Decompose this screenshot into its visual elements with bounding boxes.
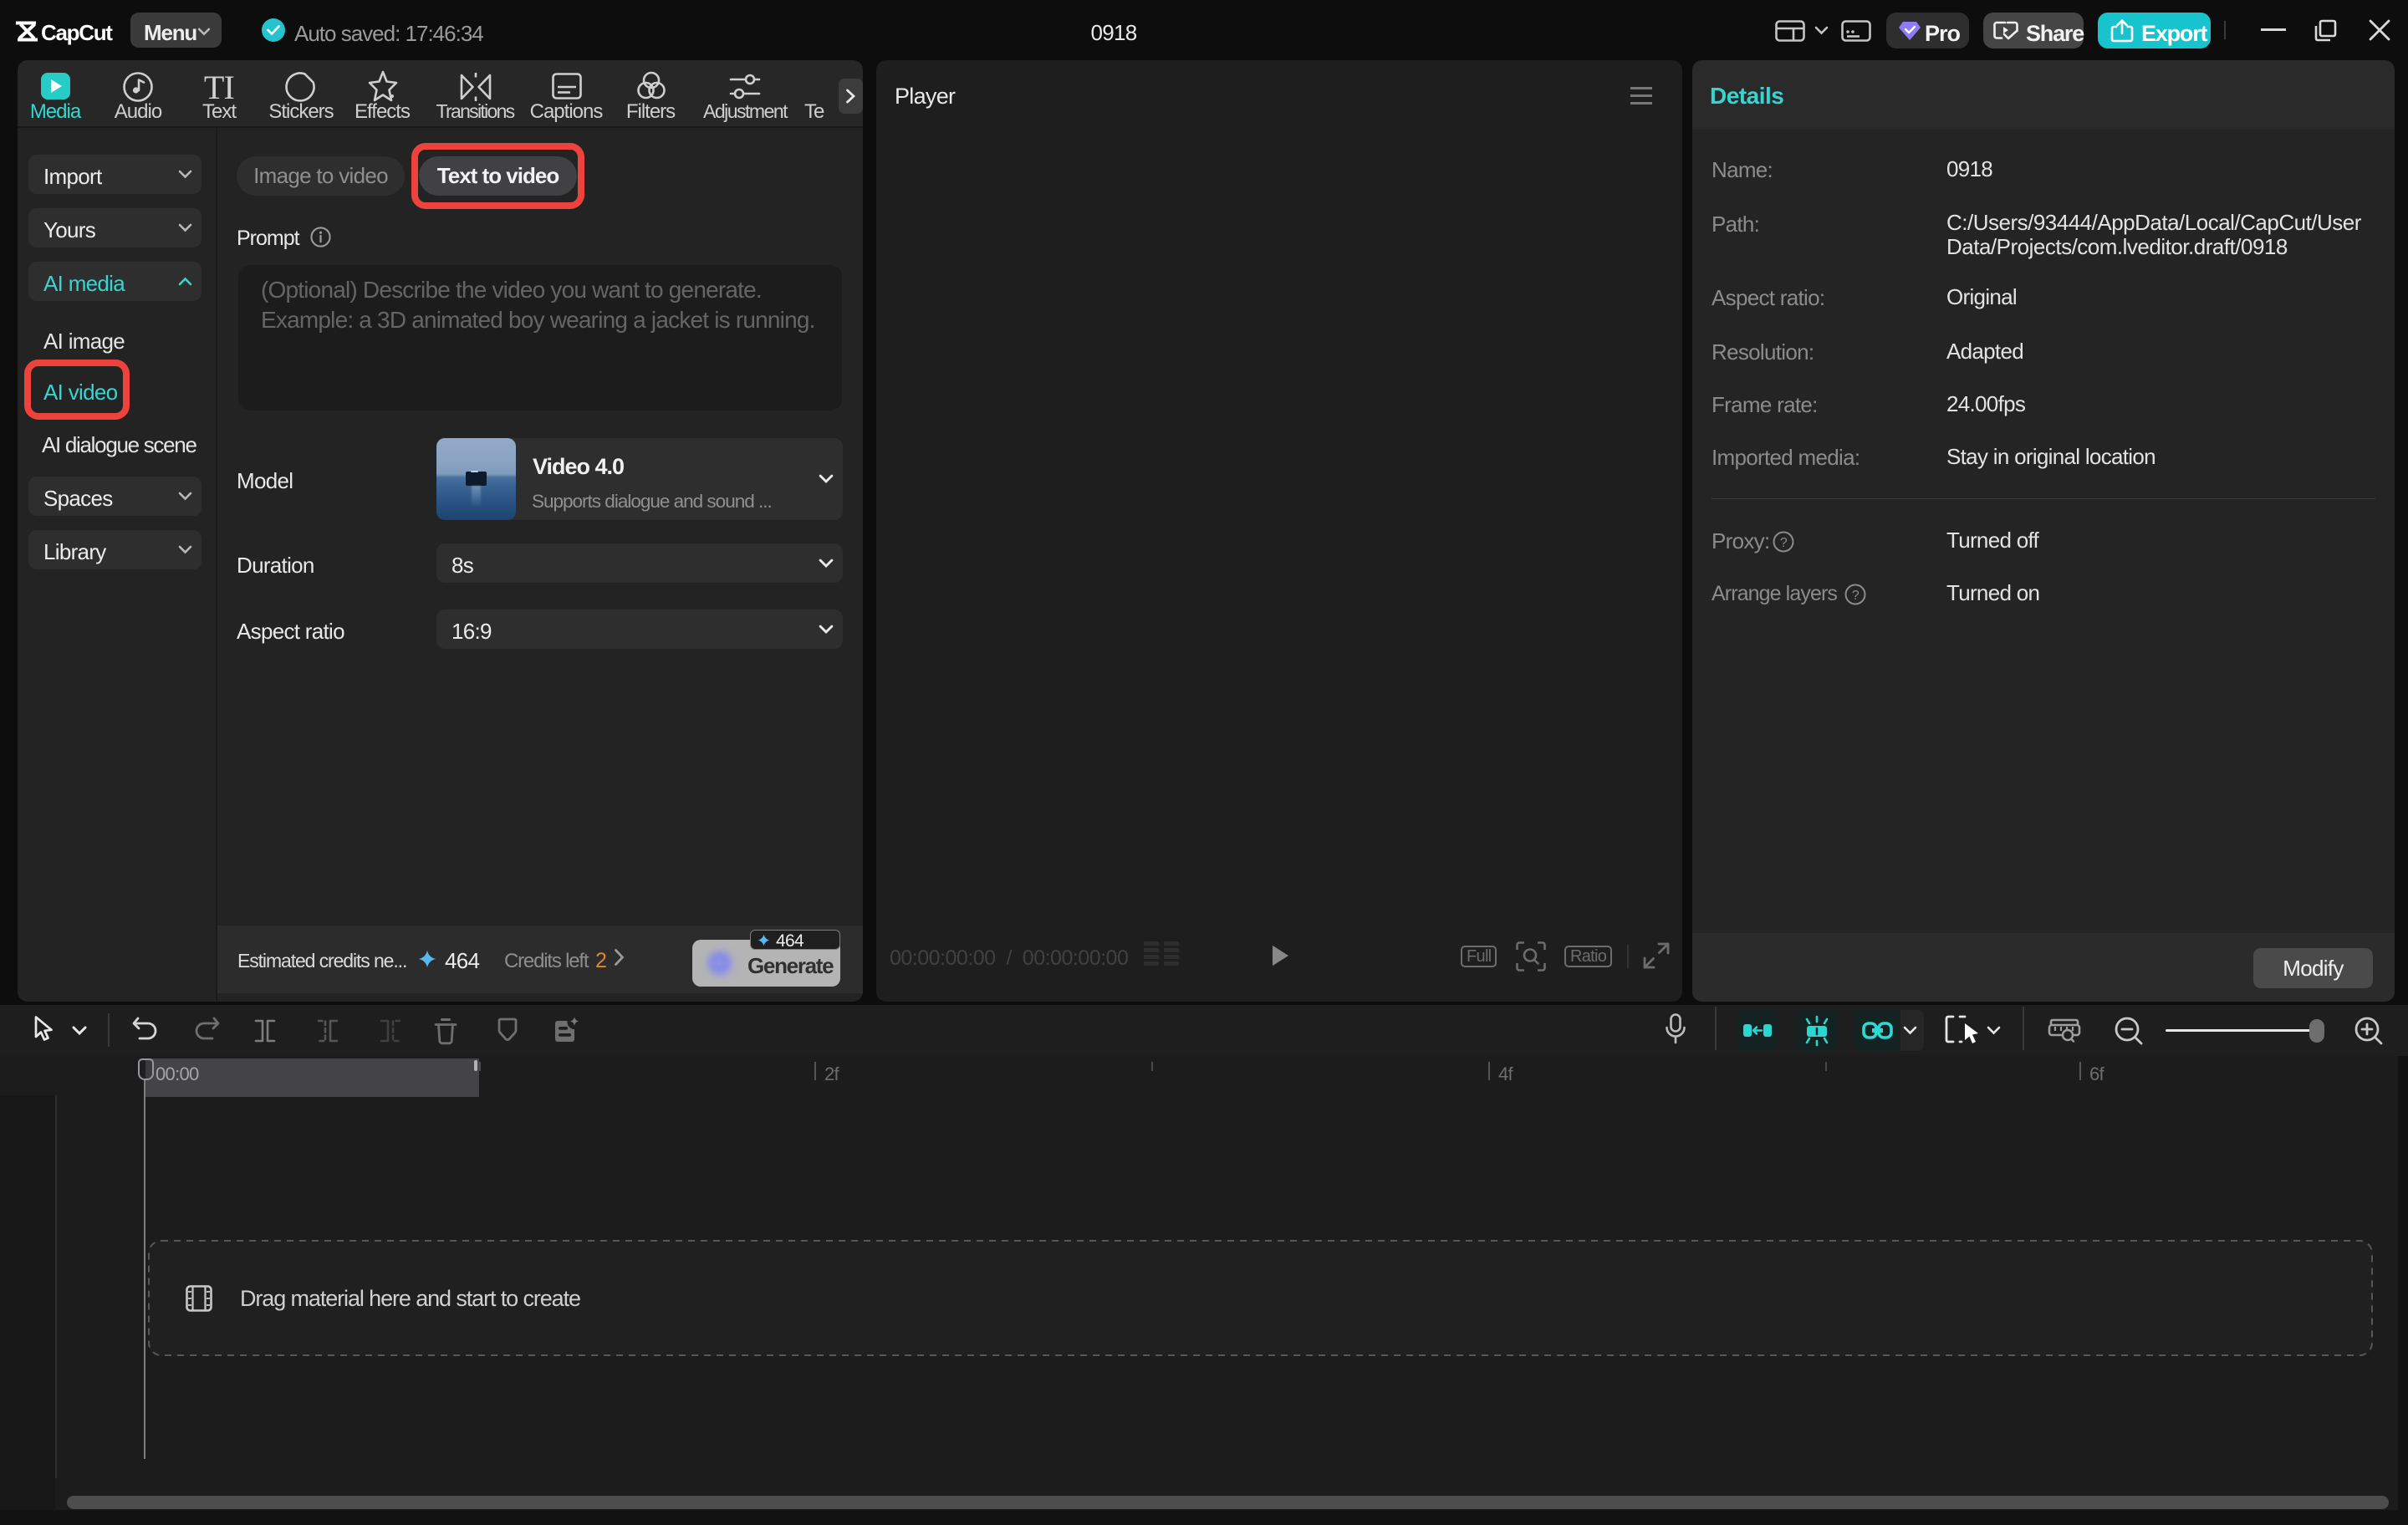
svg-text:?: ?: [1852, 589, 1860, 603]
svg-text:?: ?: [1780, 536, 1788, 550]
